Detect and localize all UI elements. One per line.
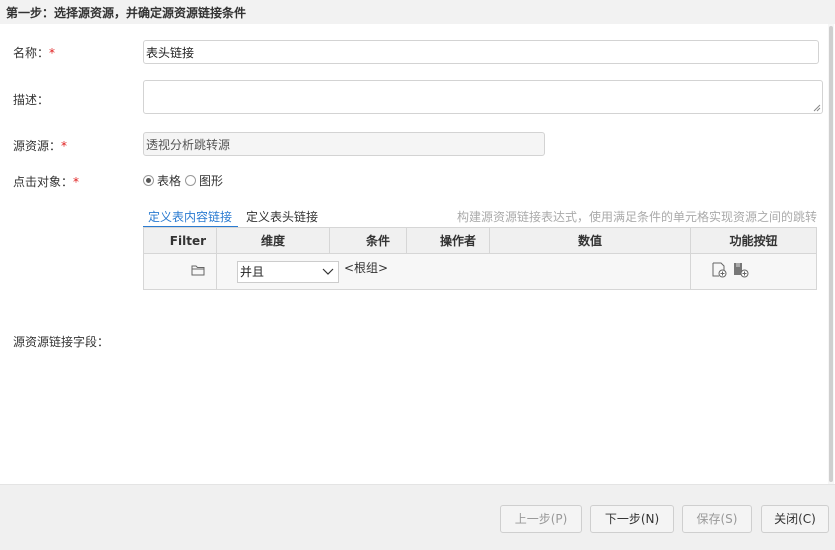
col-header-dimension: 维度 bbox=[217, 228, 330, 254]
name-label: 名称： bbox=[13, 46, 50, 60]
resize-grip-icon[interactable] bbox=[813, 104, 821, 112]
link-field-label: 源资源链接字段： bbox=[13, 335, 110, 349]
name-required-mark: * bbox=[49, 46, 56, 60]
description-label: 描述： bbox=[13, 93, 50, 107]
close-button[interactable]: 关闭(C) bbox=[761, 505, 829, 533]
link-condition-grid: Filter 维度 条件 操作者 数值 功能按钮 并且 <根组> bbox=[143, 227, 817, 290]
tab-content-link[interactable]: 定义表内容链接 bbox=[148, 208, 232, 225]
radio-table[interactable] bbox=[143, 175, 154, 186]
col-header-operator: 操作者 bbox=[407, 228, 490, 254]
folder-icon[interactable] bbox=[191, 264, 205, 276]
dialog-title: 第一步：选择源资源，并确定源资源链接条件 bbox=[6, 6, 247, 20]
logic-select-value: 并且 bbox=[240, 265, 265, 279]
scrollbar-thumb[interactable] bbox=[829, 26, 833, 482]
root-group-label: <根组> bbox=[344, 261, 389, 275]
chevron-down-icon bbox=[322, 268, 334, 275]
name-input[interactable] bbox=[143, 40, 819, 64]
col-header-value: 数值 bbox=[490, 228, 691, 254]
click-target-radio-group: 表格 图形 bbox=[143, 172, 223, 189]
save-button[interactable]: 保存(S) bbox=[682, 505, 752, 533]
add-group-icon[interactable] bbox=[733, 262, 749, 278]
col-header-actions: 功能按钮 bbox=[691, 228, 816, 254]
add-condition-icon[interactable] bbox=[711, 262, 727, 278]
source-label-row: 源资源：* bbox=[13, 137, 67, 154]
next-button[interactable]: 下一步(N) bbox=[590, 505, 674, 533]
click-target-label-row: 点击对象：* bbox=[13, 173, 79, 190]
radio-table-label[interactable]: 表格 bbox=[157, 172, 181, 189]
source-label: 源资源： bbox=[13, 139, 62, 153]
hint-text: 构建源资源链接表达式，使用满足条件的单元格实现资源之间的跳转 bbox=[457, 210, 818, 224]
dialog-header: 第一步：选择源资源，并确定源资源链接条件 bbox=[0, 0, 835, 24]
logic-select[interactable]: 并且 bbox=[237, 261, 339, 283]
row-filter-cell bbox=[144, 254, 217, 289]
click-target-label: 点击对象： bbox=[13, 175, 74, 189]
source-required-mark: * bbox=[61, 139, 68, 153]
tab-header-link[interactable]: 定义表头链接 bbox=[246, 208, 318, 225]
prev-button[interactable]: 上一步(P) bbox=[500, 505, 582, 533]
col-header-condition: 条件 bbox=[330, 228, 407, 254]
row-expression-cell: 并且 <根组> bbox=[217, 254, 691, 289]
name-label-row: 名称：* bbox=[13, 44, 55, 61]
vertical-scrollbar[interactable] bbox=[828, 24, 834, 484]
row-actions-cell bbox=[691, 254, 816, 289]
col-header-filter: Filter bbox=[144, 228, 217, 254]
source-input bbox=[143, 132, 545, 156]
radio-graphic-label[interactable]: 图形 bbox=[199, 172, 223, 189]
description-textarea[interactable] bbox=[143, 80, 823, 114]
radio-graphic[interactable] bbox=[185, 175, 197, 186]
click-target-required-mark: * bbox=[73, 175, 80, 189]
